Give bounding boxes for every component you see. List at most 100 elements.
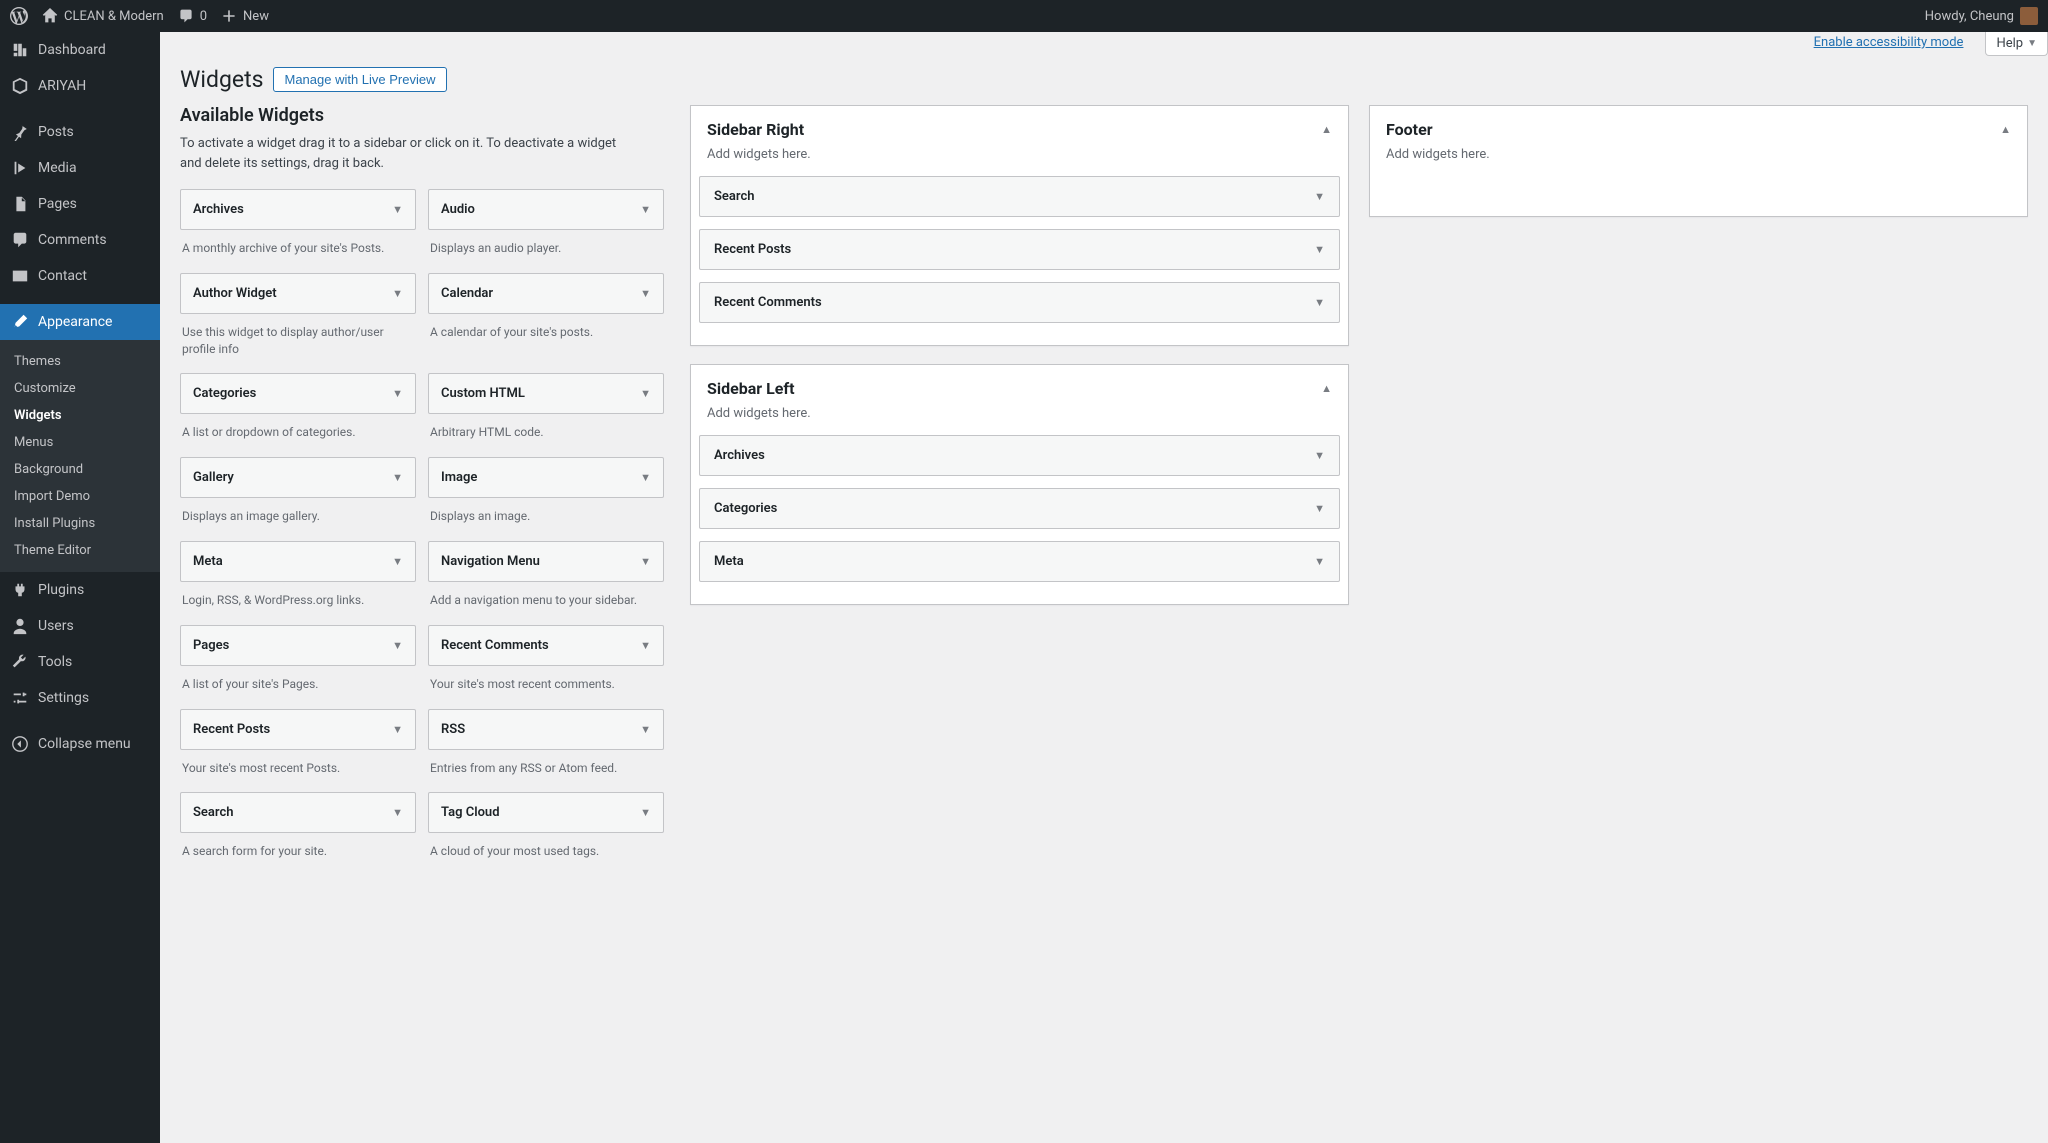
menu-posts[interactable]: Posts [0,114,160,150]
menu-plugins[interactable]: Plugins [0,572,160,608]
widget-handle[interactable]: Gallery ▼ [180,457,416,498]
widget-name: Pages [193,638,229,653]
widget-description: A list of your site's Pages. [180,666,416,697]
submenu-menus[interactable]: Menus [0,429,160,456]
placed-widget[interactable]: Recent Posts▼ [699,229,1340,270]
widget-handle[interactable]: Meta ▼ [180,541,416,582]
submenu-install-plugins[interactable]: Install Plugins [0,510,160,537]
placed-widget[interactable]: Categories▼ [699,488,1340,529]
widget-handle[interactable]: Recent Comments ▼ [428,625,664,666]
available-widget: Archives ▼ A monthly archive of your sit… [180,189,416,261]
widget-handle[interactable]: Author Widget ▼ [180,273,416,314]
pin-icon [10,122,30,142]
chevron-down-icon: ▼ [2027,38,2037,49]
available-widget: Navigation Menu ▼ Add a navigation menu … [428,541,664,613]
menu-tools[interactable]: Tools [0,644,160,680]
menu-users[interactable]: Users [0,608,160,644]
widget-handle[interactable]: Image ▼ [428,457,664,498]
widget-name: Search [714,189,755,204]
widget-handle[interactable]: Categories ▼ [180,373,416,414]
widget-description: Your site's most recent comments. [428,666,664,697]
widget-area-title: Sidebar Left [707,379,795,398]
submenu-customize[interactable]: Customize [0,375,160,402]
placed-widget[interactable]: Meta▼ [699,541,1340,582]
menu-comments[interactable]: Comments [0,222,160,258]
submenu-widgets[interactable]: Widgets [0,402,160,429]
chevron-up-icon[interactable]: ▲ [2000,123,2011,136]
dashboard-icon [10,40,30,60]
help-tab[interactable]: Help▼ [1985,32,2048,56]
widget-area-desc: Add widgets here. [691,139,1348,176]
widget-description: Your site's most recent Posts. [180,750,416,781]
menu-dashboard[interactable]: Dashboard [0,32,160,68]
user-avatar [2020,7,2038,25]
placed-widget[interactable]: Archives▼ [699,435,1340,476]
placed-widget[interactable]: Recent Comments▼ [699,282,1340,323]
widget-handle[interactable]: Custom HTML ▼ [428,373,664,414]
comments-link[interactable]: 0 [178,8,207,24]
envelope-icon [10,266,30,286]
widget-handle[interactable]: Archives ▼ [180,189,416,230]
widget-description: Displays an image gallery. [180,498,416,529]
menu-appearance[interactable]: Appearance [0,304,160,340]
submenu-background[interactable]: Background [0,456,160,483]
comments-icon [10,230,30,250]
live-preview-button[interactable]: Manage with Live Preview [273,67,446,92]
widget-handle[interactable]: Navigation Menu ▼ [428,541,664,582]
menu-media[interactable]: Media [0,150,160,186]
appearance-submenu: Themes Customize Widgets Menus Backgroun… [0,340,160,572]
chevron-down-icon: ▼ [392,471,403,484]
collapse-icon [10,734,30,754]
chevron-down-icon: ▼ [640,203,651,216]
howdy-account-link[interactable]: Howdy, Cheung [1925,7,2038,25]
chevron-up-icon[interactable]: ▲ [1321,123,1332,136]
cube-icon [10,76,30,96]
chevron-down-icon: ▼ [1314,502,1325,515]
chevron-down-icon: ▼ [1314,243,1325,256]
chevron-down-icon: ▼ [640,287,651,300]
widget-handle[interactable]: RSS ▼ [428,709,664,750]
widget-handle[interactable]: Search ▼ [180,792,416,833]
chevron-down-icon: ▼ [392,287,403,300]
wp-logo[interactable] [10,7,28,25]
home-icon [42,8,58,24]
menu-pages[interactable]: Pages [0,186,160,222]
collapse-menu[interactable]: Collapse menu [0,726,160,762]
submenu-import-demo[interactable]: Import Demo [0,483,160,510]
widget-description: Displays an audio player. [428,230,664,261]
widget-handle[interactable]: Calendar ▼ [428,273,664,314]
available-widget: Search ▼ A search form for your site. [180,792,416,864]
available-widgets-panel: Available Widgets To activate a widget d… [180,105,670,864]
widget-name: RSS [441,722,465,737]
page-title: Widgets [180,66,263,93]
menu-ariyah[interactable]: ARIYAH [0,68,160,104]
menu-settings[interactable]: Settings [0,680,160,716]
admin-sidebar: Dashboard ARIYAH Posts Media Pages Comme… [0,32,160,1143]
widget-name: Recent Comments [441,638,549,653]
admin-bar: CLEAN & Modern 0 New Howdy, Cheung [0,0,2048,32]
site-name-link[interactable]: CLEAN & Modern [42,8,164,24]
placed-widget[interactable]: Search▼ [699,176,1340,217]
available-widget: Pages ▼ A list of your site's Pages. [180,625,416,697]
new-content-link[interactable]: New [221,8,269,24]
chevron-down-icon: ▼ [392,203,403,216]
widget-handle[interactable]: Audio ▼ [428,189,664,230]
menu-contact[interactable]: Contact [0,258,160,294]
widget-area-desc: Add widgets here. [691,398,1348,435]
available-widget: Tag Cloud ▼ A cloud of your most used ta… [428,792,664,864]
chevron-up-icon[interactable]: ▲ [1321,382,1332,395]
widget-description: Login, RSS, & WordPress.org links. [180,582,416,613]
available-widget: Meta ▼ Login, RSS, & WordPress.org links… [180,541,416,613]
submenu-theme-editor[interactable]: Theme Editor [0,537,160,564]
chevron-down-icon: ▼ [1314,555,1325,568]
widget-handle[interactable]: Tag Cloud ▼ [428,792,664,833]
widget-handle[interactable]: Pages ▼ [180,625,416,666]
widget-area-sidebar-left: Sidebar Left ▲ Add widgets here. Archives… [690,364,1349,605]
widget-handle[interactable]: Recent Posts ▼ [180,709,416,750]
chevron-down-icon: ▼ [392,555,403,568]
main-content: Enable accessibility mode Help▼ Widgets … [160,32,2048,1143]
widget-name: Meta [193,554,223,569]
accessibility-mode-link[interactable]: Enable accessibility mode [1798,32,1980,56]
widget-name: Author Widget [193,286,277,301]
submenu-themes[interactable]: Themes [0,348,160,375]
